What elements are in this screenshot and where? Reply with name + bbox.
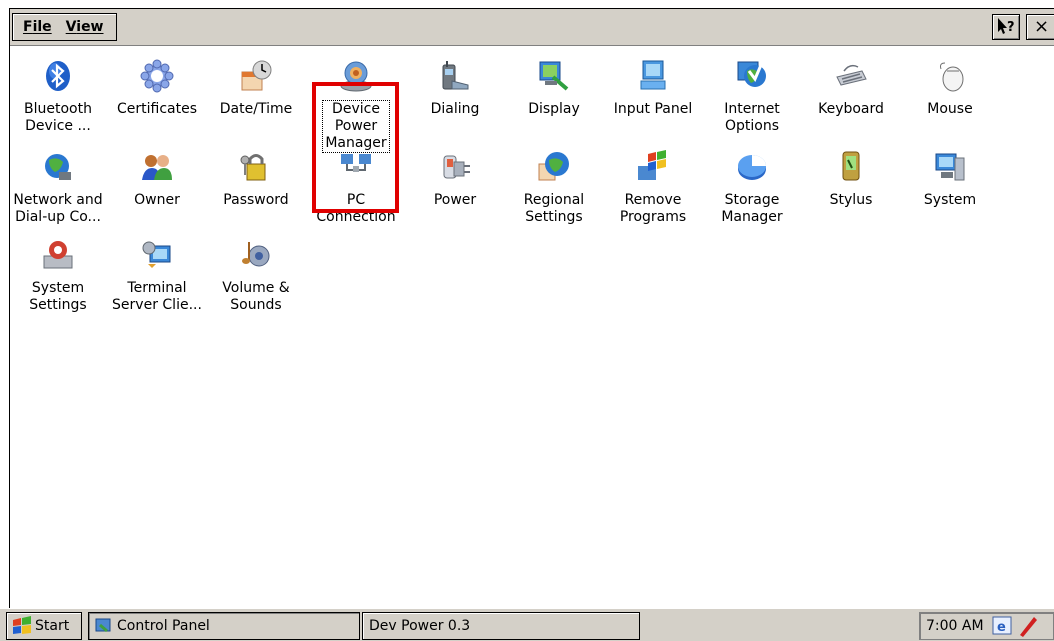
- item-owner[interactable]: Owner: [108, 150, 206, 209]
- item-label: Stylus: [829, 192, 873, 208]
- taskbar-control-panel-button[interactable]: Control Panel: [88, 612, 360, 640]
- start-button[interactable]: Start: [6, 612, 82, 640]
- item-keyboard[interactable]: Keyboard: [802, 59, 900, 118]
- svg-text:e: e: [997, 620, 1006, 635]
- start-label: Start: [35, 618, 70, 634]
- mouse-icon: [940, 62, 964, 92]
- system-computer-icon: [935, 153, 965, 181]
- item-label: Power: [433, 192, 477, 208]
- help-button[interactable]: ?: [992, 14, 1020, 40]
- item-system-settings[interactable]: System Settings: [9, 238, 107, 314]
- item-label: PC Connection: [316, 192, 396, 225]
- item-label: Internet Options: [724, 101, 780, 134]
- svg-text:?: ?: [1007, 20, 1015, 35]
- regional-settings-globe-icon: [538, 152, 569, 181]
- item-volume-sounds[interactable]: Volume & Sounds: [207, 238, 305, 314]
- icon-view: Bluetooth Device ... Certificates Date/T…: [10, 46, 1054, 609]
- item-pc-connection[interactable]: PC Connection: [307, 150, 405, 226]
- clock[interactable]: 7:00 AM: [926, 618, 984, 634]
- item-label: Owner: [134, 192, 180, 208]
- password-keys-icon: [240, 154, 266, 181]
- item-network-dialup[interactable]: Network and Dial-up Co...: [9, 150, 107, 226]
- terminal-server-icon: [142, 241, 171, 268]
- storage-manager-pie-icon: [738, 155, 766, 180]
- item-device-power-manager[interactable]: Device Power Manager: [307, 59, 405, 153]
- menu-file[interactable]: File: [17, 19, 60, 35]
- item-label: Password: [223, 192, 289, 208]
- item-regional-settings[interactable]: Regional Settings: [505, 150, 603, 226]
- item-power[interactable]: Power: [406, 150, 504, 209]
- item-label: Volume & Sounds: [222, 280, 290, 313]
- windows-flag-icon: [13, 616, 31, 634]
- calendar-clock-icon: [241, 60, 272, 91]
- item-label: Terminal Server Clie...: [112, 280, 202, 313]
- item-display[interactable]: Display: [505, 59, 603, 118]
- power-plug-icon: [443, 155, 470, 179]
- network-globe-icon: [45, 154, 71, 180]
- item-system[interactable]: System: [901, 150, 999, 209]
- control-panel-window: File View ? × Bluetooth Device ... Certi…: [9, 8, 1054, 609]
- system-settings-drive-icon: [43, 241, 73, 269]
- menu-view[interactable]: View: [60, 19, 112, 35]
- item-label: Storage Manager: [721, 192, 783, 225]
- input-panel-keyboard-icon: [640, 60, 666, 90]
- item-label: Certificates: [116, 101, 197, 117]
- ie-tray-icon[interactable]: e: [992, 616, 1014, 636]
- pen-tray-icon[interactable]: [1018, 615, 1038, 637]
- device-power-manager-icon: [340, 61, 372, 92]
- item-label: Remove Programs: [619, 192, 687, 225]
- close-icon: ×: [1034, 16, 1050, 37]
- display-monitor-icon: [539, 61, 569, 91]
- item-storage-manager[interactable]: Storage Manager: [703, 150, 801, 226]
- screen: File View ? × Bluetooth Device ... Certi…: [0, 0, 1054, 641]
- item-label: Display: [528, 101, 580, 117]
- owner-users-icon: [142, 155, 172, 180]
- taskbar: Start Control Panel Dev Power 0.3 7:00 A…: [0, 608, 1054, 641]
- item-bluetooth[interactable]: Bluetooth Device ...: [9, 59, 107, 135]
- item-label: Network and Dial-up Co...: [13, 192, 103, 225]
- item-password[interactable]: Password: [207, 150, 305, 209]
- dialing-phone-icon: [442, 61, 469, 90]
- item-terminal-server[interactable]: Terminal Server Clie...: [108, 238, 206, 314]
- item-internet-options[interactable]: Internet Options: [703, 59, 801, 135]
- item-label: Device Power Manager: [322, 100, 390, 153]
- item-label: System Settings: [29, 280, 87, 313]
- item-stylus[interactable]: Stylus: [802, 150, 900, 209]
- item-certificates[interactable]: Certificates: [108, 59, 206, 118]
- stylus-pda-icon: [842, 151, 860, 181]
- item-label: Date/Time: [219, 101, 293, 117]
- bluetooth-icon: [46, 61, 70, 91]
- close-button[interactable]: ×: [1026, 14, 1054, 40]
- item-input-panel[interactable]: Input Panel: [604, 59, 702, 118]
- keyboard-icon: [836, 64, 867, 86]
- item-label: Dialing: [430, 101, 480, 117]
- menu-bar: File View ? ×: [10, 9, 1054, 46]
- item-label: Regional Settings: [523, 192, 585, 225]
- control-panel-label: Control Panel: [117, 618, 210, 634]
- taskbar-dev-power-button[interactable]: Dev Power 0.3: [362, 612, 640, 640]
- item-label: Keyboard: [818, 101, 884, 117]
- internet-options-globe-icon: [737, 61, 766, 87]
- system-tray: 7:00 AM e: [919, 612, 1054, 640]
- item-label: System: [923, 192, 977, 208]
- pc-connection-icon: [341, 154, 371, 172]
- remove-programs-icon: [638, 150, 666, 180]
- item-label: Mouse: [927, 101, 973, 117]
- control-panel-icon: [95, 618, 111, 633]
- item-date-time[interactable]: Date/Time: [207, 59, 305, 118]
- item-label: Bluetooth Device ...: [24, 101, 92, 134]
- dev-power-label: Dev Power 0.3: [369, 618, 471, 634]
- certificates-icon: [140, 59, 174, 93]
- item-dialing[interactable]: Dialing: [406, 59, 504, 118]
- menu-group: File View: [12, 13, 117, 41]
- item-remove-programs[interactable]: Remove Programs: [604, 150, 702, 226]
- item-label: Input Panel: [613, 101, 693, 117]
- item-mouse[interactable]: Mouse: [901, 59, 999, 118]
- volume-sounds-music-icon: [242, 242, 270, 267]
- help-question-icon: ?: [998, 18, 1015, 35]
